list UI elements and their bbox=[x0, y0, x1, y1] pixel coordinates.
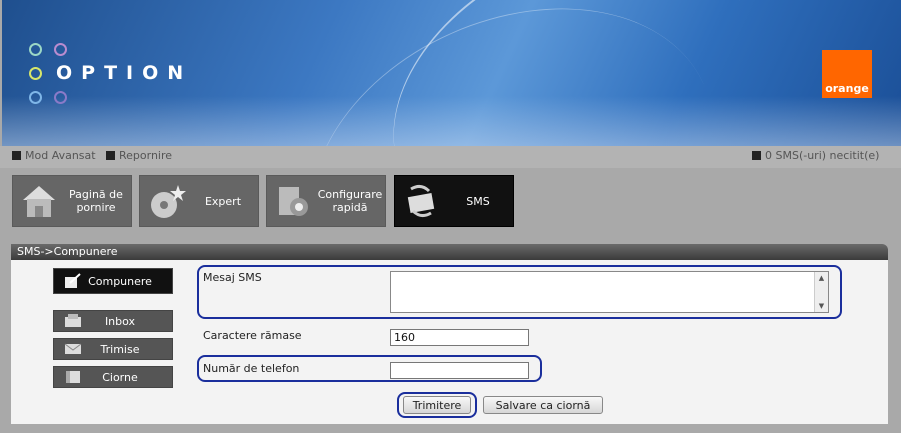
scroll-up-icon[interactable]: ▲ bbox=[819, 274, 824, 282]
sent-icon bbox=[62, 341, 84, 357]
sidebar-item-sent[interactable]: Trimise bbox=[53, 338, 173, 360]
sidebar-item-compose[interactable]: Compunere bbox=[53, 268, 173, 294]
unread-sms-indicator[interactable]: 0 SMS(-uri) necitit(e) bbox=[752, 149, 879, 162]
scroll-down-icon[interactable]: ▼ bbox=[819, 302, 824, 310]
nav-tile-home[interactable]: Pagină de pornire bbox=[12, 175, 132, 227]
toolbox-icon bbox=[271, 179, 315, 223]
drafts-icon bbox=[62, 369, 84, 385]
panel-title: SMS->Compunere bbox=[11, 244, 888, 260]
square-icon bbox=[752, 151, 761, 160]
advanced-mode-link[interactable]: Mod Avansat bbox=[12, 149, 96, 162]
send-button[interactable]: Trimitere bbox=[403, 396, 471, 414]
sidebar-item-inbox[interactable]: Inbox bbox=[53, 310, 173, 332]
save-draft-button[interactable]: Salvare ca ciornă bbox=[483, 396, 603, 414]
compose-icon bbox=[62, 273, 84, 289]
orange-logo: orange bbox=[822, 50, 872, 98]
house-icon bbox=[17, 179, 61, 223]
message-textarea[interactable]: ▲ ▼ bbox=[390, 271, 829, 313]
sms-icon bbox=[399, 179, 443, 223]
inbox-icon bbox=[62, 313, 84, 329]
disc-icon bbox=[144, 179, 188, 223]
square-icon bbox=[12, 151, 21, 160]
nav-tile-expert[interactable]: Expert bbox=[139, 175, 259, 227]
phone-label: Număr de telefon bbox=[203, 362, 300, 375]
message-label: Mesaj SMS bbox=[203, 271, 262, 284]
option-logo-text: OPTION bbox=[56, 62, 193, 84]
square-icon bbox=[106, 151, 115, 160]
remaining-chars-label: Caractere rămase bbox=[203, 329, 302, 342]
nav-tile-quick-config[interactable]: Configurare rapidă bbox=[266, 175, 386, 227]
sidebar-item-drafts[interactable]: Ciorne bbox=[53, 366, 173, 388]
textarea-scrollbar[interactable]: ▲ ▼ bbox=[814, 272, 828, 312]
remaining-chars-field: 160 bbox=[390, 329, 529, 346]
phone-input[interactable] bbox=[390, 362, 529, 379]
nav-tile-sms[interactable]: SMS bbox=[394, 175, 514, 227]
header-banner: OPTION orange bbox=[2, 0, 901, 146]
restart-link[interactable]: Repornire bbox=[106, 149, 172, 162]
